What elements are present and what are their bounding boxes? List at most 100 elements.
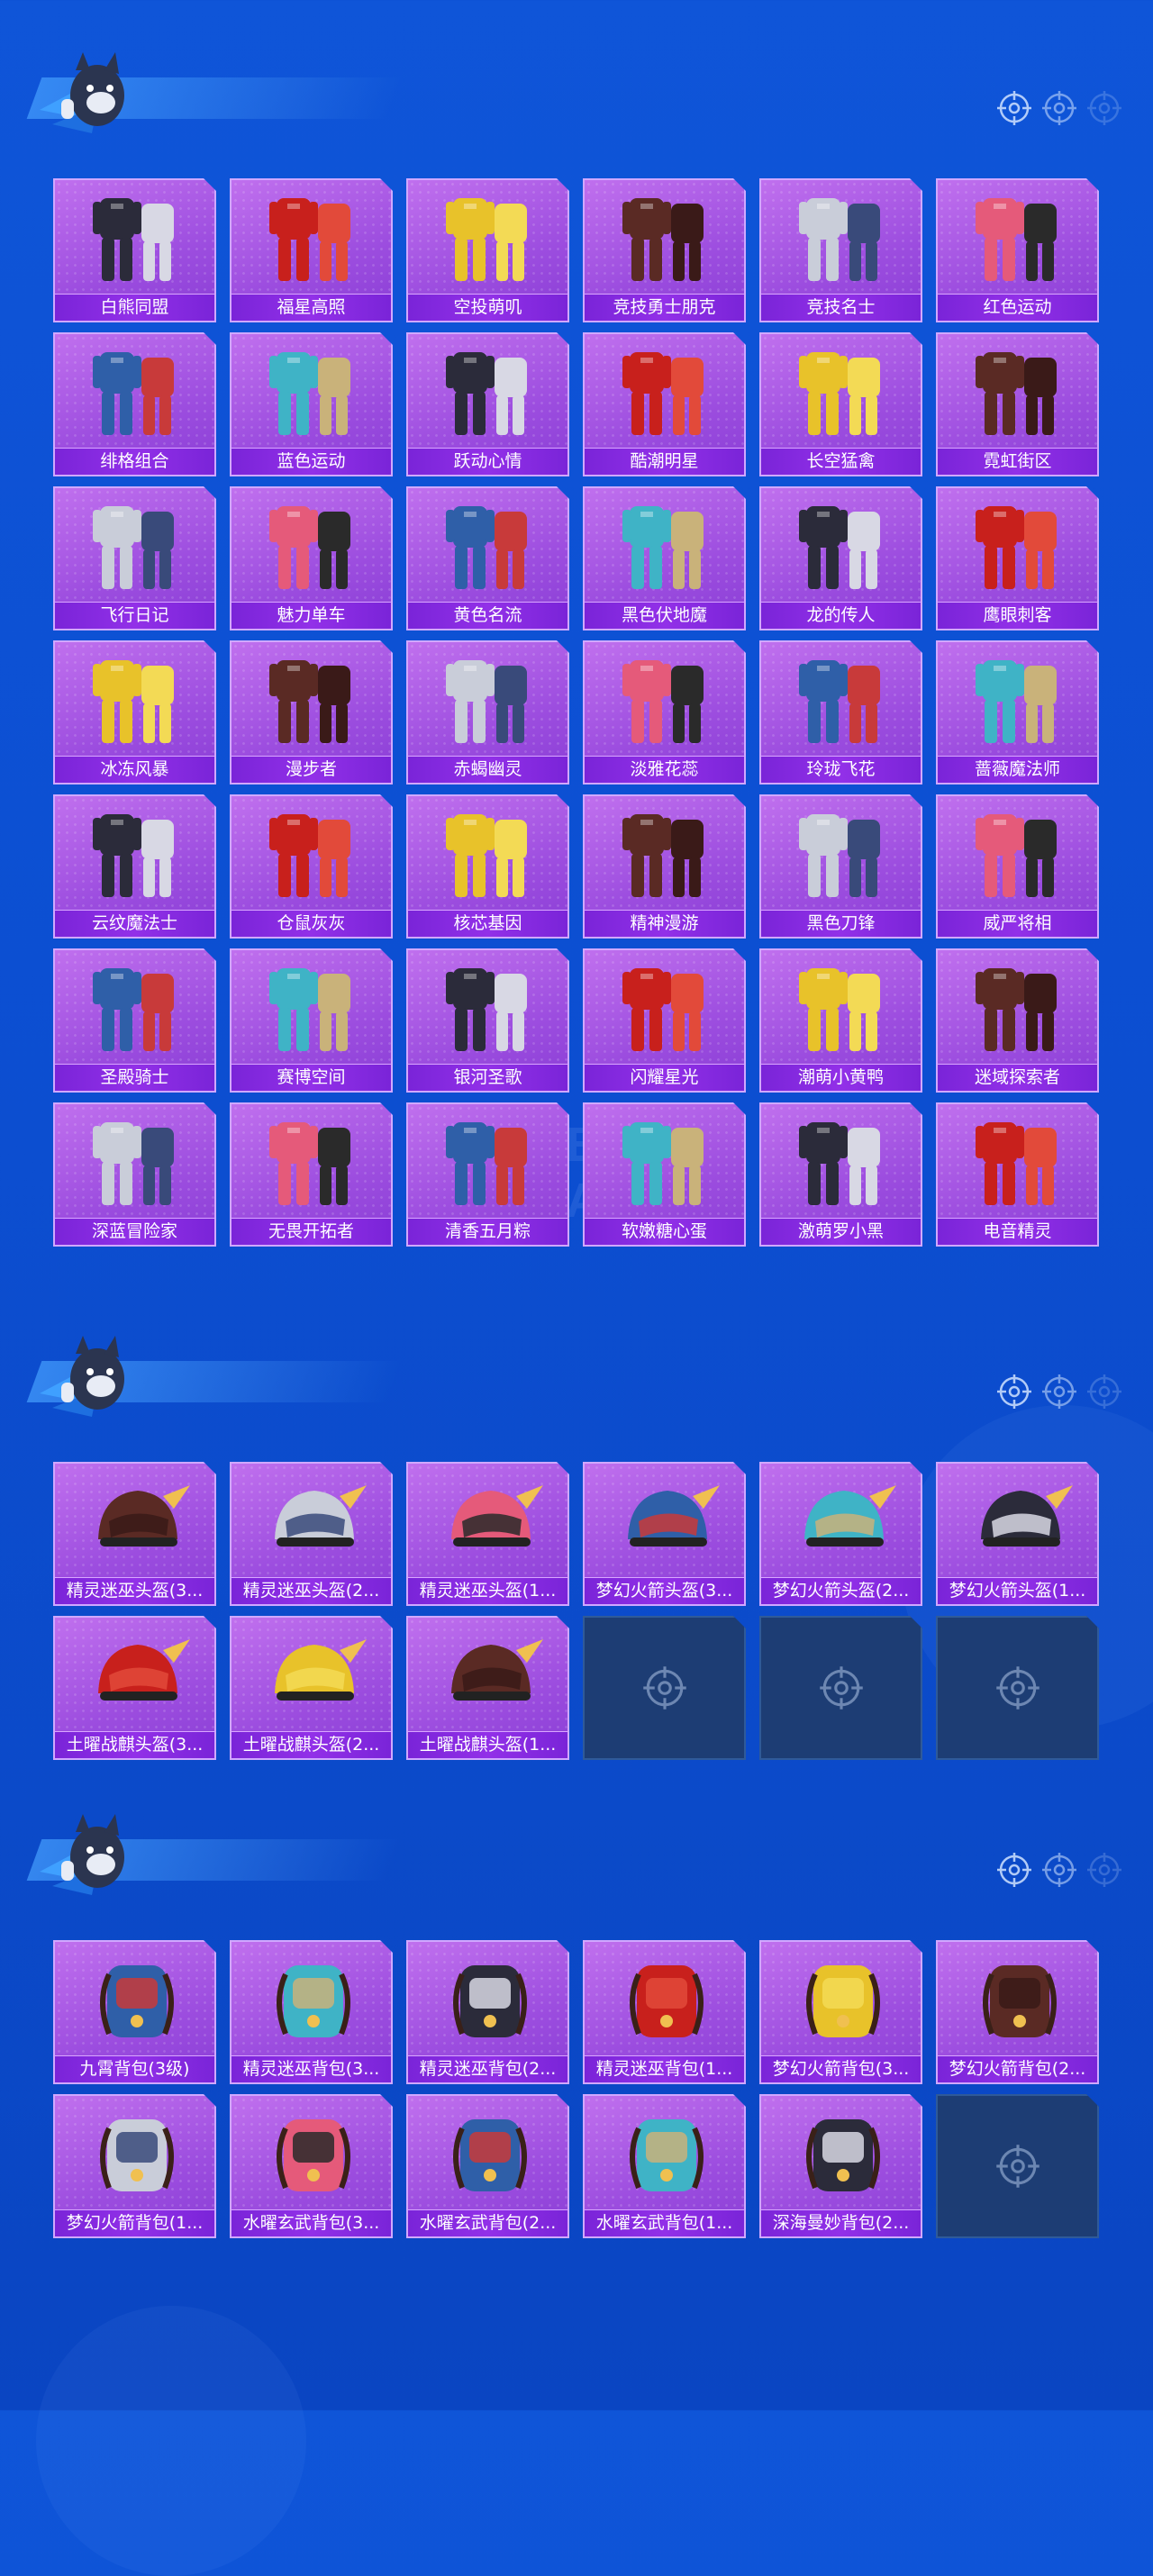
outfit-icon (779, 956, 906, 1062)
item-card[interactable]: 土曜战麒头盔(1... (406, 1616, 569, 1760)
item-card[interactable]: 精灵迷巫背包(2... (406, 1940, 569, 2084)
outfit-icon (426, 648, 553, 754)
item-card[interactable]: 梦幻火箭背包(1... (53, 2094, 216, 2238)
item-card[interactable]: 竞技勇士朋克 (583, 178, 746, 322)
item-card[interactable]: 竞技名士 (759, 178, 922, 322)
item-card[interactable]: 淡雅花蕊 (583, 640, 746, 785)
backpack-icon (73, 1947, 200, 2054)
item-card[interactable]: 绯格组合 (53, 332, 216, 476)
item-card[interactable]: 闪耀星光 (583, 948, 746, 1093)
item-name: 精灵迷巫头盔(3... (55, 1577, 214, 1604)
item-card[interactable]: 精神漫游 (583, 794, 746, 939)
outfit-icon (956, 648, 1083, 754)
backpack-icon (779, 2101, 906, 2208)
empty-slot (759, 1616, 922, 1760)
item-name: 精灵迷巫背包(2... (408, 2055, 567, 2082)
item-card[interactable]: 黑色伏地魔 (583, 486, 746, 630)
crosshair-icon (995, 1665, 1040, 1710)
item-card[interactable]: 梦幻火箭头盔(3... (583, 1462, 746, 1606)
item-card[interactable]: 土曜战麒头盔(3... (53, 1616, 216, 1760)
item-card[interactable]: 红色运动 (936, 178, 1099, 322)
item-card[interactable]: 福星高照 (230, 178, 393, 322)
crosshair-icon (1086, 1852, 1122, 1888)
item-card[interactable]: 精灵迷巫头盔(3... (53, 1462, 216, 1606)
item-card[interactable]: 威严将相 (936, 794, 1099, 939)
item-card[interactable]: 激萌罗小黑 (759, 1102, 922, 1247)
item-card[interactable]: 梦幻火箭头盔(1... (936, 1462, 1099, 1606)
item-card[interactable]: 梦幻火箭背包(3... (759, 1940, 922, 2084)
item-card[interactable]: 霓虹街区 (936, 332, 1099, 476)
helmet-icon (426, 1469, 553, 1575)
item-card[interactable]: 土曜战麒头盔(2... (230, 1616, 393, 1760)
outfit-icon (603, 186, 730, 292)
outfit-icon (73, 956, 200, 1062)
item-name: 绯格组合 (55, 448, 214, 475)
item-name: 赤蝎幽灵 (408, 756, 567, 783)
item-card[interactable]: 龙的传人 (759, 486, 922, 630)
item-card[interactable]: 鹰眼刺客 (936, 486, 1099, 630)
item-card[interactable]: 冰冻风暴 (53, 640, 216, 785)
item-card[interactable]: 长空猛禽 (759, 332, 922, 476)
outfit-icon (73, 1110, 200, 1216)
crosshair-decoration (996, 1852, 1122, 1888)
helmet-icon (250, 1469, 377, 1575)
item-name: 土曜战麒头盔(2... (232, 1731, 391, 1758)
item-card[interactable]: 云纹魔法士 (53, 794, 216, 939)
item-card[interactable]: 圣殿骑士 (53, 948, 216, 1093)
item-name: 黑色伏地魔 (585, 602, 744, 629)
item-card[interactable]: 蓝色运动 (230, 332, 393, 476)
item-card[interactable]: 魅力单车 (230, 486, 393, 630)
helmet-icon (73, 1469, 200, 1575)
item-card[interactable]: 精灵迷巫背包(1... (583, 1940, 746, 2084)
item-card[interactable]: 九霄背包(3级) (53, 1940, 216, 2084)
item-name: 水曜玄武背包(3... (232, 2209, 391, 2236)
item-card[interactable]: 黑色刀锋 (759, 794, 922, 939)
item-card[interactable]: 迷域探索者 (936, 948, 1099, 1093)
outfit-icon (250, 186, 377, 292)
item-card[interactable]: 跃动心情 (406, 332, 569, 476)
item-name: 赛博空间 (232, 1064, 391, 1091)
item-card[interactable]: 玲珑飞花 (759, 640, 922, 785)
item-card[interactable]: 梦幻火箭头盔(2... (759, 1462, 922, 1606)
item-card[interactable]: 精灵迷巫头盔(2... (230, 1462, 393, 1606)
item-card[interactable]: 酷潮明星 (583, 332, 746, 476)
item-card[interactable]: 深蓝冒险家 (53, 1102, 216, 1247)
outfit-icon (603, 648, 730, 754)
item-card[interactable]: 无畏开拓者 (230, 1102, 393, 1247)
item-card[interactable]: 精灵迷巫头盔(1... (406, 1462, 569, 1606)
item-name: 银河圣歌 (408, 1064, 567, 1091)
item-card[interactable]: 软嫩糖心蛋 (583, 1102, 746, 1247)
item-card[interactable]: 赛博空间 (230, 948, 393, 1093)
item-name: 梦幻火箭头盔(3... (585, 1577, 744, 1604)
item-card[interactable]: 清香五月粽 (406, 1102, 569, 1247)
item-card[interactable]: 水曜玄武背包(3... (230, 2094, 393, 2238)
item-name: 土曜战麒头盔(1... (408, 1731, 567, 1758)
item-card[interactable]: 梦幻火箭背包(2... (936, 1940, 1099, 2084)
crosshair-icon (996, 1852, 1032, 1888)
outfit-icon (603, 494, 730, 600)
item-card[interactable]: 银河圣歌 (406, 948, 569, 1093)
backpack-icon (779, 1947, 906, 2054)
item-card[interactable]: 空投萌叽 (406, 178, 569, 322)
item-card[interactable]: 赤蝎幽灵 (406, 640, 569, 785)
item-card[interactable]: 核芯基因 (406, 794, 569, 939)
outfit-icon (73, 648, 200, 754)
item-card[interactable]: 水曜玄武背包(1... (583, 2094, 746, 2238)
item-card[interactable]: 蔷薇魔法师 (936, 640, 1099, 785)
outfit-icon (956, 340, 1083, 446)
item-card[interactable]: 漫步者 (230, 640, 393, 785)
item-card[interactable]: 潮萌小黄鸭 (759, 948, 922, 1093)
item-name: 蓝色运动 (232, 448, 391, 475)
outfit-icon (250, 340, 377, 446)
item-card[interactable]: 精灵迷巫背包(3... (230, 1940, 393, 2084)
item-card[interactable]: 黄色名流 (406, 486, 569, 630)
item-card[interactable]: 飞行日记 (53, 486, 216, 630)
item-card[interactable]: 电音精灵 (936, 1102, 1099, 1247)
item-card[interactable]: 水曜玄武背包(2... (406, 2094, 569, 2238)
item-name: 精灵迷巫背包(3... (232, 2055, 391, 2082)
crosshair-icon (995, 2144, 1040, 2189)
item-card[interactable]: 仓鼠灰灰 (230, 794, 393, 939)
item-card[interactable]: 白熊同盟 (53, 178, 216, 322)
item-card[interactable]: 深海曼妙背包(2... (759, 2094, 922, 2238)
item-grid: 白熊同盟 福星高照 空投萌叽 竞技勇士朋克 竞技名士 红色运动 绯格组合 蓝色运… (53, 178, 1099, 1247)
